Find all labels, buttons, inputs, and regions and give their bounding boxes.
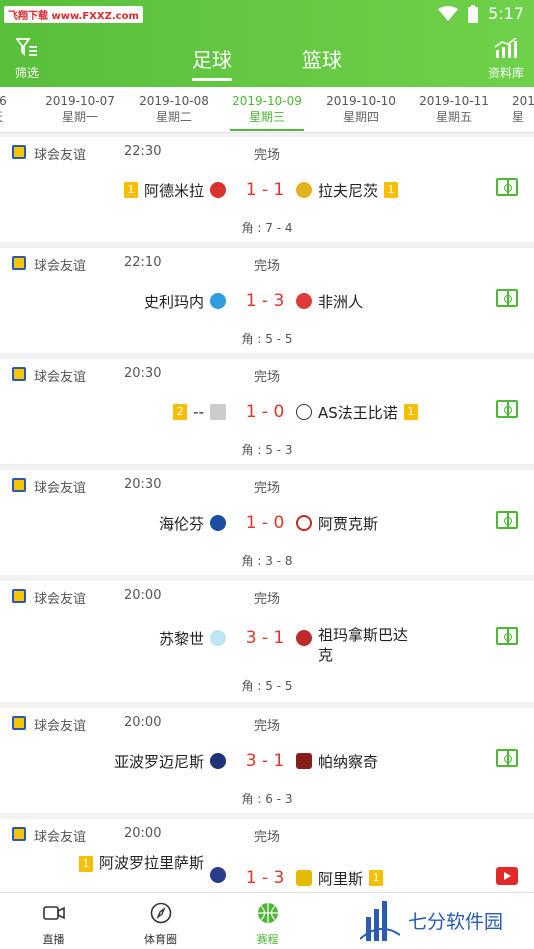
home-logo-icon	[210, 515, 226, 531]
live-tv-icon[interactable]	[496, 867, 518, 885]
away-team: 拉夫尼茨	[318, 181, 379, 200]
corner-stats: 角 : 7 - 4	[241, 221, 293, 235]
compass-icon	[150, 902, 171, 924]
match-card[interactable]: 球会友谊 20:30 完场 海伦芬 1 - 0 阿贾克斯 角 : 3 - 8	[0, 470, 534, 575]
away-logo-icon	[296, 630, 312, 646]
score: 1 - 1	[245, 180, 285, 200]
away-logo-icon	[296, 870, 312, 886]
date-item-selected[interactable]: 2019-10-09 星期三	[222, 93, 312, 131]
pitch-icon[interactable]	[496, 289, 518, 307]
away-rank-badge: 1	[384, 182, 399, 198]
bottom-tab-live[interactable]: 直播	[0, 893, 107, 949]
date-item[interactable]: 2019-10-10 星期四	[316, 93, 406, 125]
score: 3 - 1	[245, 751, 285, 771]
library-label: 资料库	[487, 66, 524, 80]
home-team: 海伦芬	[158, 514, 204, 533]
watermark-logo: 七分软件园	[360, 892, 530, 949]
away-logo-icon	[296, 753, 312, 769]
away-team: 非洲人	[318, 292, 364, 311]
match-card[interactable]: 球会友谊 20:00 完场 亚波罗迈尼斯 3 - 1 帕纳察奇 角 : 6 - 3	[0, 708, 534, 813]
home-team: --	[193, 403, 204, 421]
bottom-tab-schedule[interactable]: 赛程	[214, 893, 321, 949]
score: 1 - 3	[245, 868, 285, 888]
away-team: 阿贾克斯	[318, 514, 379, 533]
home-team: 史利玛内	[143, 292, 204, 311]
corner-stats: 角 : 3 - 8	[241, 554, 293, 568]
tab-basketball[interactable]: 篮球	[302, 28, 342, 87]
match-card[interactable]: 球会友谊 20:00 完场 苏黎世 3 - 1 祖玛拿斯巴达克 角 : 5 - 5	[0, 581, 534, 702]
corner-stats: 角 : 5 - 5	[241, 332, 293, 346]
match-card[interactable]: 球会友谊 22:10 完场 史利玛内 1 - 3 非洲人 角 : 5 - 5	[0, 248, 534, 353]
home-logo-icon	[210, 293, 226, 309]
away-team: AS法王比诺	[318, 403, 398, 422]
home-rank-badge: 1	[79, 856, 93, 872]
home-logo-icon	[210, 867, 226, 883]
home-logo-icon	[210, 753, 226, 769]
chart-icon	[494, 37, 517, 58]
date-item[interactable]: 2019-10-07 星期一	[35, 93, 125, 125]
match-card[interactable]: 球会友谊 20:30 完场 2 -- 1 - 0 AS法王比诺 1 角 : 5 - 3	[0, 359, 534, 464]
away-logo-icon	[296, 404, 312, 420]
home-rank-badge: 1	[123, 182, 138, 198]
date-item[interactable]: 201 星	[502, 93, 534, 125]
league-icon	[12, 367, 26, 381]
away-rank-badge: 1	[403, 404, 418, 420]
home-logo-icon	[210, 182, 226, 198]
corner-stats: 角 : 6 - 3	[241, 792, 293, 806]
date-item[interactable]: 2019-10-11 星期五	[409, 93, 499, 125]
home-team: 阿波罗拉里萨斯	[99, 854, 205, 872]
score: 3 - 1	[245, 628, 285, 648]
league-icon	[12, 827, 26, 841]
away-team: 帕纳察奇	[318, 752, 379, 771]
top-nav: 筛选 足球 篮球 资料库	[0, 28, 534, 87]
clock: 5:17	[488, 4, 524, 23]
watermark-label: 飞翔下载 www.FXXZ.com	[4, 6, 143, 23]
league-icon	[12, 589, 26, 603]
home-rank-badge: 2	[173, 404, 188, 420]
score: 1 - 0	[245, 513, 285, 533]
away-logo-icon	[296, 182, 312, 198]
away-rank-badge: 1	[369, 870, 384, 886]
away-logo-icon	[296, 293, 312, 309]
home-team: 阿德米拉	[143, 181, 204, 200]
corner-stats: 角 : 5 - 5	[241, 679, 293, 693]
library-button[interactable]: 资料库	[487, 37, 524, 81]
away-team: 阿里斯	[318, 869, 364, 888]
home-logo-icon	[210, 404, 226, 420]
bottom-tab-community[interactable]: 体育圈	[107, 893, 214, 949]
league-icon	[12, 145, 26, 159]
league-icon	[12, 716, 26, 730]
match-list: 球会友谊 22:30 完场 1 阿德米拉 1 - 1 拉夫尼茨 1 角 : 7 - 4 …	[0, 137, 534, 892]
league-icon	[12, 256, 26, 270]
pitch-icon[interactable]	[496, 627, 518, 645]
home-logo-icon	[210, 630, 226, 646]
corner-stats: 角 : 5 - 3	[241, 443, 293, 457]
pitch-icon[interactable]	[496, 749, 518, 767]
away-team: 祖玛拿斯巴达克	[318, 626, 409, 664]
score: 1 - 3	[245, 291, 285, 311]
status-bar: 飞翔下载 www.FXXZ.com 5:17	[0, 0, 534, 28]
league-icon	[12, 478, 26, 492]
watermark-text: 七分软件园	[408, 911, 504, 933]
pitch-icon[interactable]	[496, 178, 518, 196]
ball-icon	[257, 903, 278, 923]
battery-icon	[468, 4, 479, 23]
match-card[interactable]: 球会友谊 22:30 完场 1 阿德米拉 1 - 1 拉夫尼茨 1 角 : 7 - 4	[0, 137, 534, 242]
video-icon	[42, 906, 65, 920]
away-logo-icon	[296, 515, 312, 531]
app-header: 飞翔下载 www.FXXZ.com 5:17 筛选 足球 篮球 资料库	[0, 0, 534, 87]
date-item[interactable]: 2019-10-08 星期二	[129, 93, 219, 125]
match-card[interactable]: 球会友谊 20:00 完场 1 阿波罗拉里萨斯 1 - 3 阿里斯 1	[0, 819, 534, 892]
date-strip: -06天 2019-10-07星期一 2019-10-08星期二 2019-10…	[0, 87, 534, 133]
wifi-icon	[438, 5, 459, 21]
tab-football[interactable]: 足球	[192, 28, 232, 87]
home-team: 亚波罗迈尼斯	[113, 752, 204, 771]
score: 1 - 0	[245, 402, 285, 422]
pitch-icon[interactable]	[496, 400, 518, 418]
home-team: 苏黎世	[158, 629, 204, 648]
pitch-icon[interactable]	[496, 511, 518, 529]
logo-icon	[360, 900, 400, 941]
